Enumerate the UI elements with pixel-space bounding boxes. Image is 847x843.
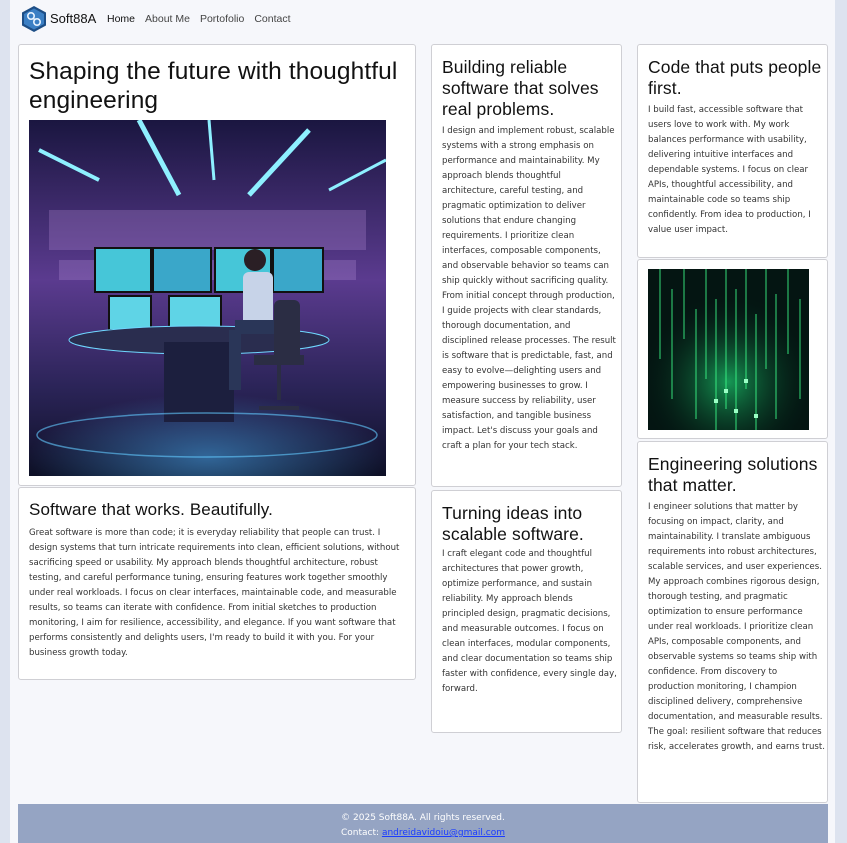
engineering-title: Engineering solutions that matter. <box>648 454 818 495</box>
works-title: Software that works. Beautifully. <box>29 500 273 519</box>
page: Soft88A Home About Me Portofolio Contact… <box>10 0 835 843</box>
reliable-body: I design and implement robust, scalable … <box>442 126 616 451</box>
brand-logo-icon[interactable] <box>20 5 48 33</box>
nav-link-about[interactable]: About Me <box>145 13 190 25</box>
engineering-body: I engineer solutions that matter by focu… <box>648 502 825 752</box>
footer-copyright: © 2025 Soft88A. All rights reserved. <box>341 813 505 823</box>
ideas-body: I craft elegant code and thoughtful arch… <box>442 549 617 694</box>
matrix-card <box>637 259 828 439</box>
works-body: Great software is more than code; it is … <box>29 528 400 658</box>
hero-image <box>29 120 386 476</box>
hero-card: Shaping the future with thoughtful engin… <box>18 44 416 486</box>
nav-link-home[interactable]: Home <box>107 13 135 25</box>
navbar: Soft88A Home About Me Portofolio Contact <box>10 0 835 40</box>
code-title: Code that puts people first. <box>648 57 822 98</box>
footer-email-link[interactable]: andreidavidoiu@gmail.com <box>382 828 505 838</box>
hero-title: Shaping the future with thoughtful engin… <box>29 58 398 114</box>
engineering-card: Engineering solutions that matter. I eng… <box>637 441 828 803</box>
ideas-card: Turning ideas into scalable software. I … <box>431 490 622 733</box>
code-card: Code that puts people first. I build fas… <box>637 44 828 258</box>
works-card: Software that works. Beautifully. Great … <box>18 487 416 680</box>
reliable-title: Building reliable software that solves r… <box>442 57 599 119</box>
footer-contact-label: Contact: <box>341 828 380 838</box>
brand-name[interactable]: Soft88A <box>50 11 96 26</box>
reliable-card: Building reliable software that solves r… <box>431 44 622 487</box>
nav-link-contact[interactable]: Contact <box>254 13 290 25</box>
nav-link-portfolio[interactable]: Portofolio <box>200 13 244 25</box>
code-body: I build fast, accessible software that u… <box>648 105 811 235</box>
ideas-title: Turning ideas into scalable software. <box>442 503 584 544</box>
code-rain-image <box>648 269 809 430</box>
footer-contact: Contact: andreidavidoiu@gmail.com <box>18 828 828 838</box>
footer: © 2025 Soft88A. All rights reserved. Con… <box>18 804 828 843</box>
nav-links: Home About Me Portofolio Contact <box>107 13 301 25</box>
